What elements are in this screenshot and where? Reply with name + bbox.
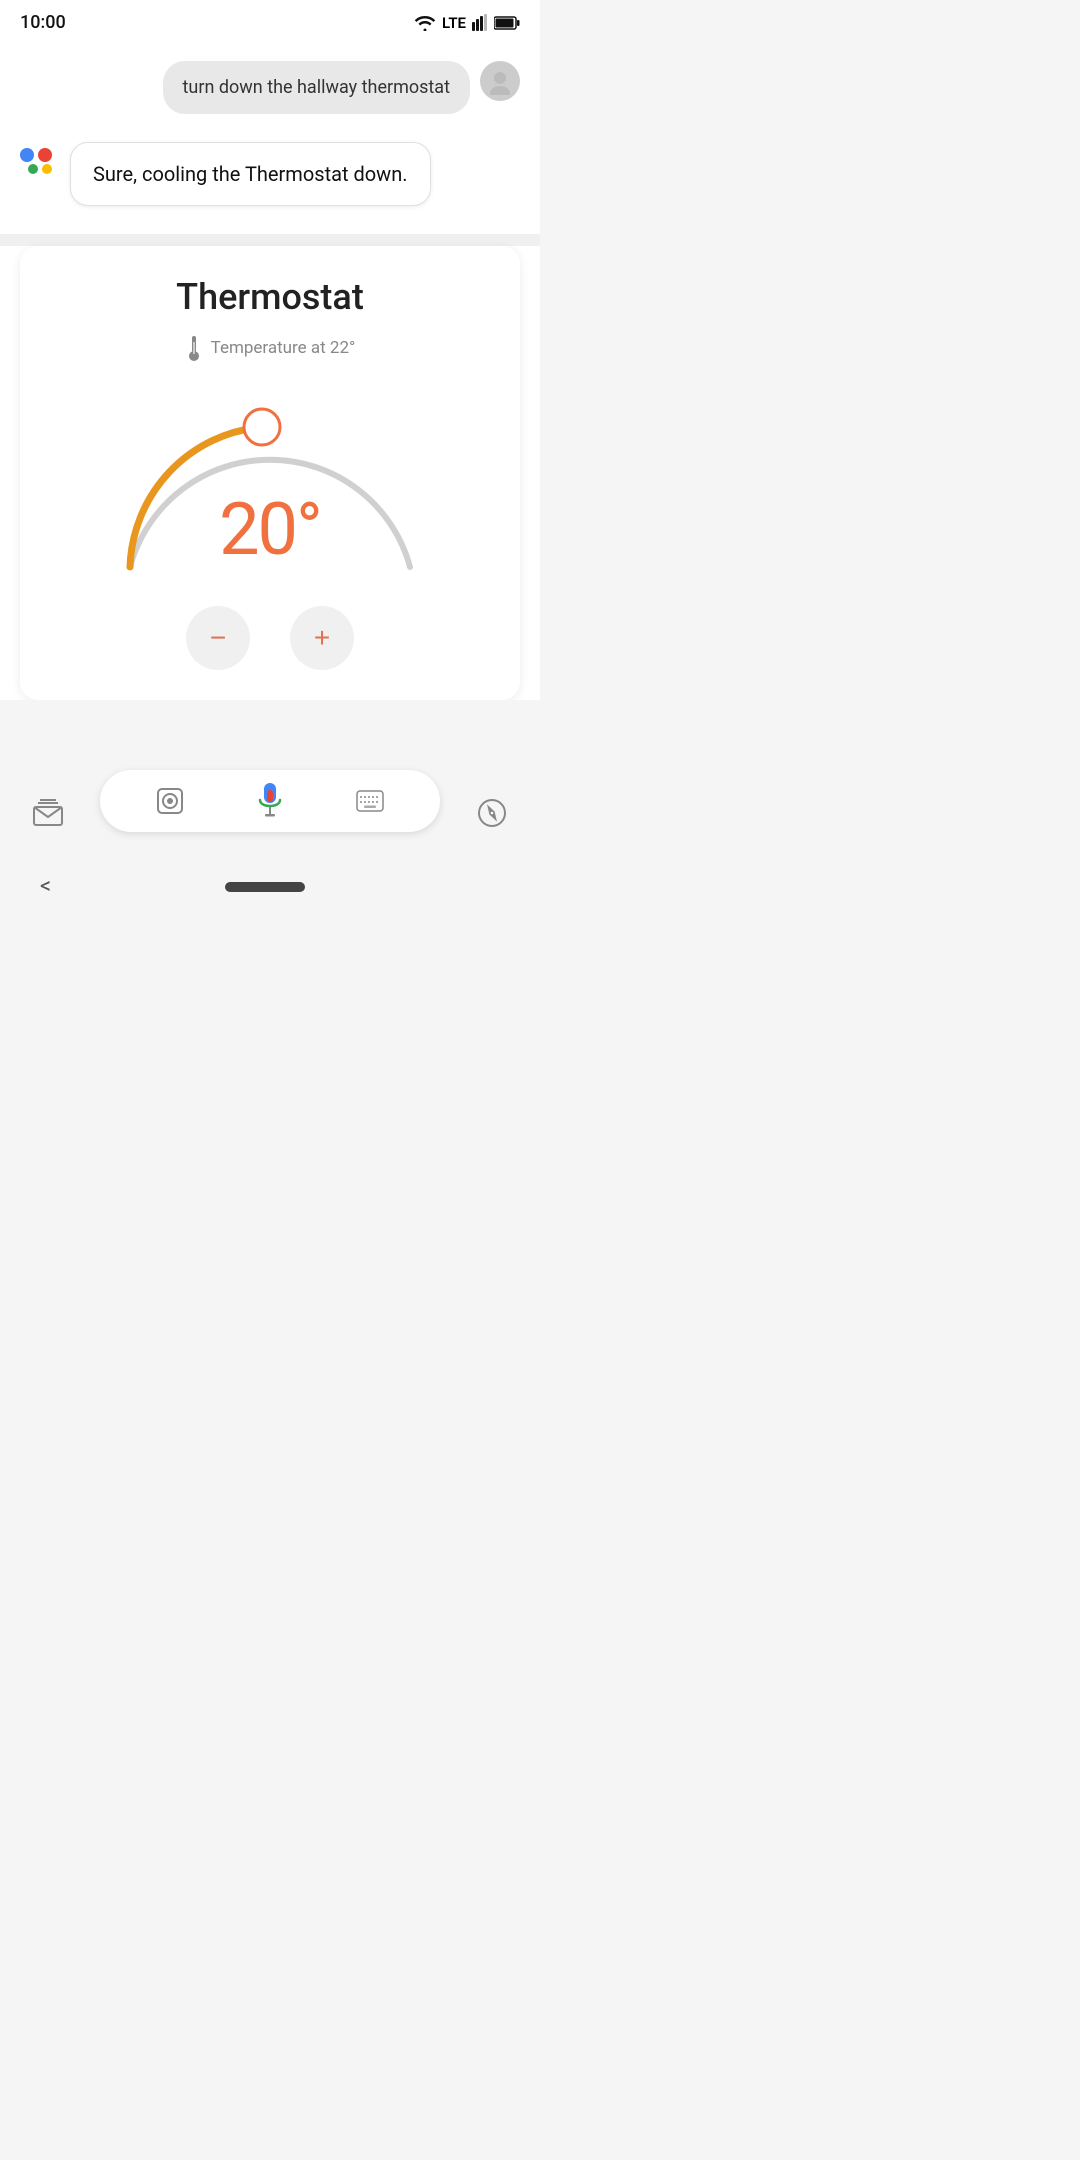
nav-bar: < xyxy=(0,866,540,907)
thermostat-gauge: 20° xyxy=(110,382,430,582)
gauge-knob[interactable] xyxy=(244,409,280,445)
assistant-message-row: Sure, cooling the Thermostat down. xyxy=(20,142,520,206)
section-divider xyxy=(0,234,540,246)
avatar-icon xyxy=(486,67,514,95)
current-temperature: 20° xyxy=(219,487,321,572)
microphone-icon[interactable] xyxy=(251,782,289,820)
home-indicator[interactable] xyxy=(225,882,305,892)
status-bar: 10:00 LTE xyxy=(0,0,540,41)
temperature-controls: − + xyxy=(50,606,490,670)
back-button[interactable]: < xyxy=(40,874,51,899)
signal-icon xyxy=(472,14,488,31)
compass-icon[interactable] xyxy=(474,795,510,831)
google-assistant-dots xyxy=(20,148,70,174)
lte-label: LTE xyxy=(442,14,466,32)
thermometer-icon xyxy=(185,334,203,362)
user-message-row: turn down the hallway thermostat xyxy=(20,61,520,114)
inbox-icon[interactable] xyxy=(30,795,66,831)
dot-red xyxy=(38,148,52,162)
dot-green xyxy=(28,164,38,174)
lens-scan-icon[interactable] xyxy=(152,783,188,819)
increase-temp-button[interactable]: + xyxy=(290,606,354,670)
chat-area: turn down the hallway thermostat Sure, c… xyxy=(0,41,540,700)
status-icons: LTE xyxy=(414,14,520,32)
assistant-bubble: Sure, cooling the Thermostat down. xyxy=(70,142,431,206)
user-avatar xyxy=(480,61,520,101)
decrease-temp-button[interactable]: − xyxy=(186,606,250,670)
temp-label-row: Temperature at 22° xyxy=(50,334,490,362)
wifi-icon xyxy=(414,14,436,31)
bottom-area: < xyxy=(0,700,540,907)
input-bar[interactable] xyxy=(100,770,440,832)
battery-icon xyxy=(494,16,520,30)
user-bubble: turn down the hallway thermostat xyxy=(163,61,470,114)
thermostat-title: Thermostat xyxy=(50,276,490,318)
dot-blue xyxy=(20,148,34,162)
thermostat-card: Thermostat Temperature at 22° 20° xyxy=(20,246,520,700)
dot-yellow xyxy=(42,164,52,174)
keyboard-icon[interactable] xyxy=(352,783,388,819)
status-time: 10:00 xyxy=(20,12,66,33)
temp-label: Temperature at 22° xyxy=(211,338,356,358)
